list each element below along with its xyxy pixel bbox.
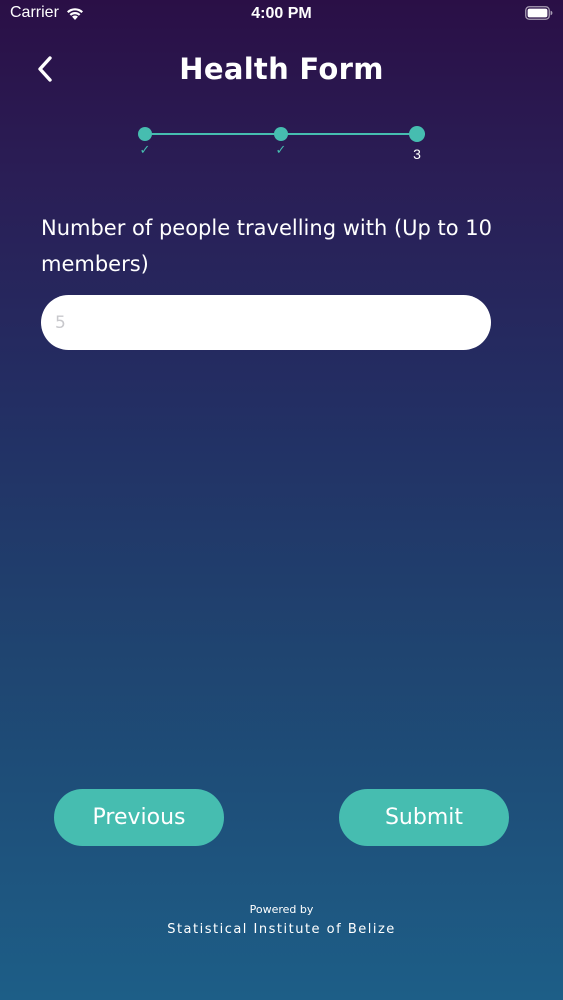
step-1-dot bbox=[138, 127, 152, 141]
step-3-number: 3 bbox=[413, 146, 421, 162]
progress-stepper: ✓ ✓ 3 bbox=[137, 120, 427, 165]
submit-button[interactable]: Submit bbox=[339, 789, 509, 846]
footer: Powered by Statistical Institute of Beli… bbox=[0, 902, 563, 937]
status-bar: Carrier 4:00 PM bbox=[0, 0, 563, 30]
step-2-check-icon: ✓ bbox=[275, 142, 287, 157]
organization-name: Statistical Institute of Belize bbox=[167, 922, 396, 937]
battery-icon bbox=[525, 6, 553, 20]
page-title: Health Form bbox=[179, 52, 384, 86]
health-form-screen: Carrier 4:00 PM Health Form ✓ ✓ 3 Number… bbox=[0, 0, 563, 1000]
people-count-input[interactable] bbox=[41, 295, 491, 350]
powered-by-label: Powered by bbox=[249, 903, 314, 916]
people-count-question: Number of people travelling with (Up to … bbox=[41, 216, 492, 276]
step-2-dot bbox=[274, 127, 288, 141]
previous-button[interactable]: Previous bbox=[54, 789, 224, 846]
step-1-check-icon: ✓ bbox=[139, 142, 151, 157]
step-3-dot bbox=[409, 126, 425, 142]
status-time: 4:00 PM bbox=[251, 5, 312, 22]
